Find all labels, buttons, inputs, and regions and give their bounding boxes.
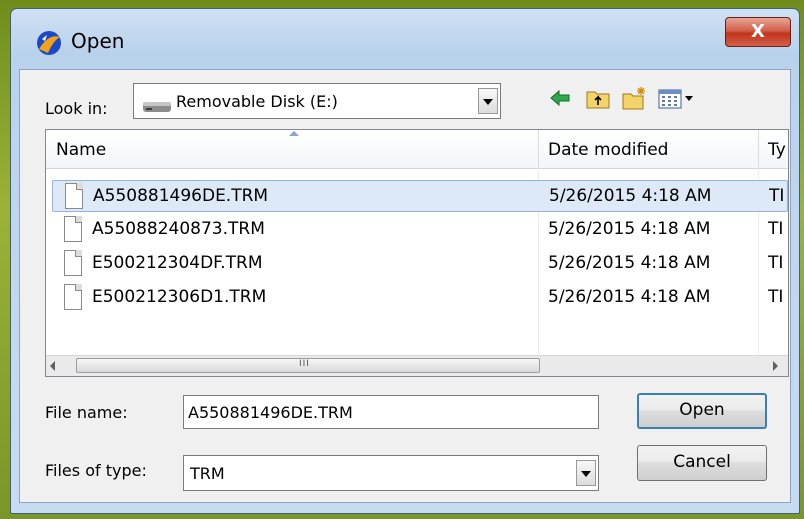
new-folder-icon[interactable]: [621, 85, 647, 111]
file-type-value: TRM: [190, 464, 225, 483]
file-type-label: Files of type:: [45, 461, 147, 480]
close-button[interactable]: X: [725, 17, 791, 47]
file-date: 5/26/2015 4:18 AM: [548, 287, 711, 307]
column-separator[interactable]: [758, 130, 759, 168]
column-separator[interactable]: [538, 130, 539, 168]
column-type[interactable]: Ty: [768, 140, 786, 160]
file-type: TI: [769, 186, 785, 206]
file-type: TI: [768, 253, 784, 273]
file-type: TI: [768, 219, 784, 239]
file-row[interactable]: E500212306D1.TRM 5/26/2015 4:18 AM TI: [52, 282, 788, 314]
file-row[interactable]: E500212304DF.TRM 5/26/2015 4:18 AM TI: [52, 248, 788, 280]
look-in-combo[interactable]: Removable Disk (E:): [133, 83, 501, 119]
scroll-left-icon[interactable]: [50, 361, 55, 371]
file-icon: [64, 284, 82, 310]
open-button[interactable]: Open: [637, 393, 767, 429]
file-date: 5/26/2015 4:18 AM: [548, 219, 711, 239]
look-in-label: Look in:: [45, 99, 108, 118]
file-icon: [64, 250, 82, 276]
cancel-button[interactable]: Cancel: [637, 445, 767, 481]
back-arrow-icon[interactable]: [547, 85, 573, 111]
file-name: E500212306D1.TRM: [92, 287, 267, 307]
scroll-right-icon[interactable]: [773, 361, 778, 371]
file-name-input[interactable]: [183, 395, 599, 429]
removable-disk-icon: [143, 102, 171, 112]
file-name-label: File name:: [45, 403, 128, 422]
file-type-combo[interactable]: TRM: [183, 455, 599, 491]
file-list[interactable]: Name Date modified Ty A550881496DE.TRM 5…: [45, 129, 789, 377]
look-in-value: Removable Disk (E:): [176, 92, 338, 111]
app-icon: [37, 31, 61, 55]
column-date-modified[interactable]: Date modified: [548, 140, 668, 160]
scrollbar-grip: III: [299, 359, 310, 369]
file-date: 5/26/2015 4:18 AM: [549, 186, 712, 206]
scrollbar-thumb[interactable]: III: [76, 358, 540, 373]
title-bar[interactable]: Open X: [11, 9, 799, 71]
file-row[interactable]: A550881496DE.TRM 5/26/2015 4:18 AM TI: [52, 180, 788, 212]
horizontal-scrollbar[interactable]: III: [46, 355, 788, 376]
sort-ascending-icon: [289, 131, 299, 136]
column-header: Name Date modified Ty: [46, 130, 788, 169]
column-name[interactable]: Name: [56, 140, 106, 160]
file-name: E500212304DF.TRM: [92, 253, 263, 273]
file-type: TI: [768, 287, 784, 307]
file-icon: [64, 216, 82, 242]
up-folder-icon[interactable]: [585, 85, 611, 111]
file-row[interactable]: A55088240873.TRM 5/26/2015 4:18 AM TI: [52, 214, 788, 246]
file-name: A550881496DE.TRM: [93, 186, 269, 206]
file-icon: [65, 183, 83, 209]
view-menu-icon[interactable]: [657, 85, 697, 111]
look-in-dropdown-arrow[interactable]: [478, 88, 498, 114]
dialog-title: Open: [71, 29, 125, 53]
file-type-dropdown-arrow[interactable]: [576, 460, 596, 486]
file-name: A55088240873.TRM: [92, 219, 265, 239]
open-dialog: Open X Look in: Removable Disk (E:) Name: [10, 8, 800, 514]
file-date: 5/26/2015 4:18 AM: [548, 253, 711, 273]
